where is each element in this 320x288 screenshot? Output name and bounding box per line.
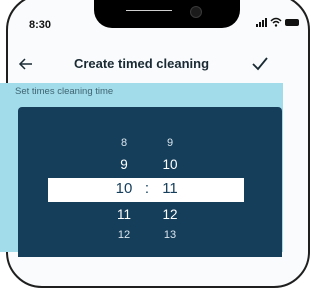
minute-option[interactable]: 12 xyxy=(150,207,190,222)
hour-option[interactable]: 8 xyxy=(104,137,144,149)
hour-option[interactable]: 9 xyxy=(104,157,144,172)
signal-icon xyxy=(256,17,267,27)
notch xyxy=(94,0,240,28)
status-time: 8:30 xyxy=(29,19,52,31)
speaker-grille xyxy=(126,10,172,11)
battery-icon xyxy=(285,18,299,26)
subtitle-text: Set times cleaning time xyxy=(15,86,114,97)
hour-selected[interactable]: 10 xyxy=(104,180,144,197)
hour-option[interactable]: 11 xyxy=(104,207,144,222)
minute-selected[interactable]: 11 xyxy=(150,180,190,197)
camera-icon xyxy=(190,6,202,18)
subtitle-bar: Set times cleaning time xyxy=(0,83,283,101)
page-title: Create timed cleaning xyxy=(73,56,210,71)
header: Create timed cleaning xyxy=(0,51,283,79)
minute-option[interactable]: 9 xyxy=(150,137,190,149)
wifi-icon xyxy=(270,17,282,27)
minute-option[interactable]: 13 xyxy=(150,229,190,241)
minute-option[interactable]: 10 xyxy=(150,157,190,172)
status-icons xyxy=(256,17,299,27)
checkmark-icon[interactable] xyxy=(251,56,269,72)
hour-option[interactable]: 12 xyxy=(104,229,144,241)
